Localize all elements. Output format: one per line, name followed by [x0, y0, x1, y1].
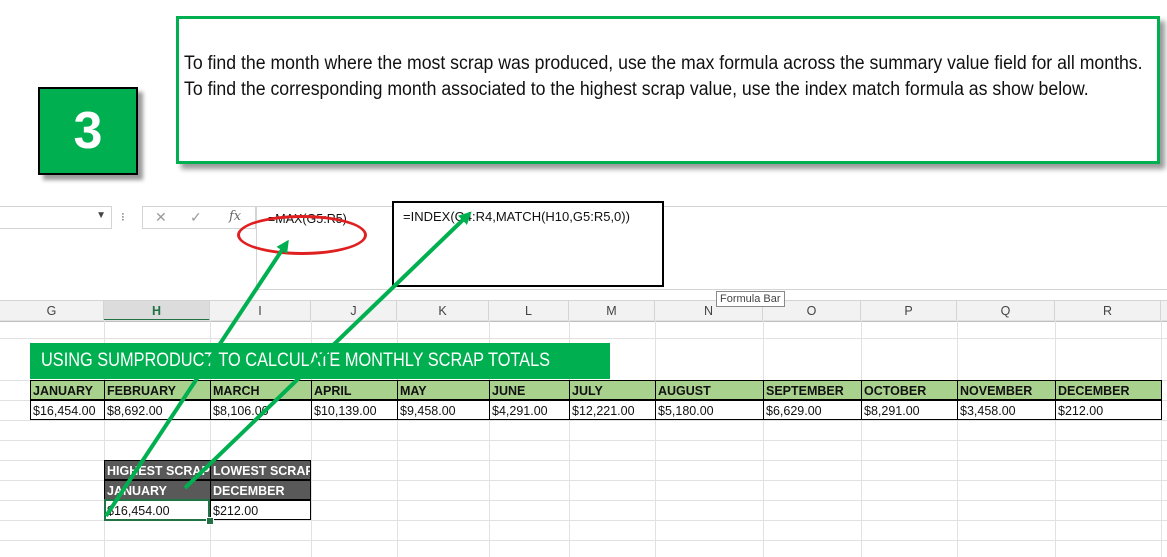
insert-function-icon[interactable]: fx: [229, 209, 241, 224]
month-header-cell[interactable]: MAY: [397, 380, 490, 400]
column-header-r[interactable]: R: [1055, 301, 1161, 321]
column-header-g[interactable]: G: [0, 301, 104, 321]
month-header-cell[interactable]: SEPTEMBER: [763, 380, 862, 400]
month-header-cell[interactable]: APRIL: [311, 380, 398, 400]
month-value-cell[interactable]: $8,291.00: [861, 400, 958, 420]
month-header-cell[interactable]: FEBRUARY: [104, 380, 211, 400]
instruction-text: To find the month where the most scrap w…: [184, 53, 1143, 100]
active-cell-selection[interactable]: [104, 499, 210, 521]
month-value-cell[interactable]: $3,458.00: [957, 400, 1056, 420]
column-header-q[interactable]: Q: [957, 301, 1055, 321]
instruction-box: To find the month where the most scrap w…: [176, 16, 1160, 164]
summary-banner: USING SUMPRODUCT TO CALCULATE MONTHLY SC…: [30, 343, 610, 379]
formula-buttons: ✕ ✓ fx: [142, 206, 256, 229]
column-header-l[interactable]: L: [489, 301, 569, 321]
lowest-scrap-month[interactable]: DECEMBER: [210, 480, 311, 500]
more-dots-icon[interactable]: ⁝: [121, 210, 125, 224]
month-value-cell[interactable]: $6,629.00: [763, 400, 862, 420]
month-value-cell[interactable]: $12,221.00: [569, 400, 656, 420]
month-value-cell[interactable]: $8,106.00: [210, 400, 312, 420]
month-header-cell[interactable]: JANUARY: [30, 380, 105, 400]
column-headers: G H I J K L M N O P Q R: [0, 300, 1167, 322]
month-header-cell[interactable]: OCTOBER: [861, 380, 958, 400]
formula-row: ▼ ⁝ ✕ ✓ fx =MAX(G5:R5) =INDEX(G4:R4,MATC…: [0, 201, 1167, 290]
month-header-cell[interactable]: AUGUST: [655, 380, 764, 400]
chevron-down-icon[interactable]: ▼: [96, 210, 106, 221]
name-box[interactable]: ▼: [0, 206, 112, 229]
lowest-scrap-value[interactable]: $212.00: [210, 500, 311, 520]
worksheet-grid[interactable]: USING SUMPRODUCT TO CALCULATE MONTHLY SC…: [0, 320, 1167, 557]
enter-icon[interactable]: ✓: [190, 209, 202, 226]
index-match-callout: =INDEX(G4:R4,MATCH(H10,G5:R5,0)): [392, 201, 664, 287]
month-value-cell[interactable]: $9,458.00: [397, 400, 490, 420]
month-header-cell[interactable]: NOVEMBER: [957, 380, 1056, 400]
month-value-cell[interactable]: $212.00: [1055, 400, 1162, 420]
step-number: 3: [73, 102, 103, 160]
highest-scrap-month[interactable]: JANUARY: [104, 480, 211, 500]
column-header-h[interactable]: H: [104, 301, 210, 321]
column-header-k[interactable]: K: [397, 301, 489, 321]
month-value-cell[interactable]: $4,291.00: [489, 400, 570, 420]
month-value-cell[interactable]: $5,180.00: [655, 400, 764, 420]
month-value-cell[interactable]: $16,454.00: [30, 400, 105, 420]
cancel-icon[interactable]: ✕: [155, 209, 167, 226]
highlight-circle: [237, 215, 367, 255]
banner-title: USING SUMPRODUCT TO CALCULATE MONTHLY SC…: [41, 350, 551, 371]
month-value-cell[interactable]: $10,139.00: [311, 400, 398, 420]
month-header-cell[interactable]: JULY: [569, 380, 656, 400]
month-header-cell[interactable]: DECEMBER: [1055, 380, 1162, 400]
formula-bar-tooltip: Formula Bar: [716, 291, 785, 307]
month-header-cell[interactable]: JUNE: [489, 380, 570, 400]
excel-window: ▼ ⁝ ✕ ✓ fx =MAX(G5:R5) =INDEX(G4:R4,MATC…: [0, 190, 1167, 557]
lowest-scrap-header[interactable]: LOWEST SCRAP: [210, 460, 311, 480]
month-value-cell[interactable]: $8,692.00: [104, 400, 211, 420]
column-header-p[interactable]: P: [861, 301, 957, 321]
column-header-i[interactable]: I: [210, 301, 311, 321]
fill-handle[interactable]: [206, 517, 214, 525]
step-number-badge: 3: [38, 87, 138, 175]
callout-formula: =INDEX(G4:R4,MATCH(H10,G5:R5,0)): [403, 209, 630, 224]
highest-scrap-header[interactable]: HIGHEST SCRAP: [104, 460, 211, 480]
column-header-m[interactable]: M: [569, 301, 655, 321]
column-header-j[interactable]: J: [311, 301, 397, 321]
month-header-cell[interactable]: MARCH: [210, 380, 312, 400]
